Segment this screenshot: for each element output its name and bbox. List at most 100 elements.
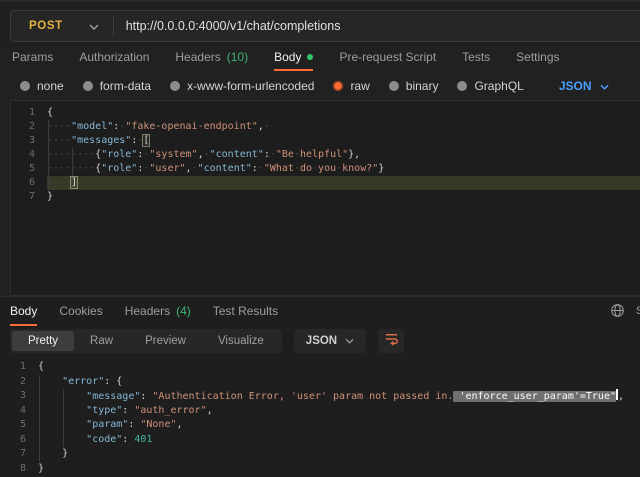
line-number: 2 xyxy=(11,120,35,134)
code-line[interactable]: "message": "Authentication Error, 'user'… xyxy=(38,389,640,404)
code-line[interactable]: ····"model":·"fake-openai-endpoint",· xyxy=(47,120,640,134)
view-mode-pretty[interactable]: Pretty xyxy=(12,331,74,351)
body-type-raw[interactable]: raw xyxy=(333,79,369,93)
language-select[interactable]: JSON xyxy=(559,79,609,93)
tab-body[interactable]: Body xyxy=(274,45,313,71)
code-token: ···· xyxy=(47,177,71,188)
radio-icon xyxy=(457,81,467,91)
line-number: 6 xyxy=(0,433,26,448)
indent-guide xyxy=(72,148,73,176)
code-token: do xyxy=(300,163,312,174)
code-line[interactable]: "type": "auth_error", xyxy=(38,404,640,419)
code-token: "param" xyxy=(86,419,128,430)
request-body-editor[interactable]: 1234567 { ····"model":·"fake-openai-endpo… xyxy=(10,100,640,296)
tab-label: Tests xyxy=(462,50,490,64)
body-type-binary[interactable]: binary xyxy=(389,79,439,93)
tab-headers[interactable]: Headers(4) xyxy=(125,297,191,326)
tab-test-results[interactable]: Test Results xyxy=(213,297,278,326)
line-number: 7 xyxy=(11,190,35,204)
radio-icon xyxy=(83,81,93,91)
code-token: "error" xyxy=(62,376,104,387)
body-type-label: form-data xyxy=(100,79,151,93)
code-token: "Authentication Error, 'user' param not … xyxy=(152,391,453,402)
code-token: "user" xyxy=(149,163,185,174)
code-line[interactable]: ····"messages":·[ xyxy=(47,134,640,148)
code-token: } xyxy=(62,448,68,459)
tab-body[interactable]: Body xyxy=(10,297,37,326)
code-token: helpful" xyxy=(300,149,348,160)
body-type-label: none xyxy=(37,79,64,93)
line-number: 7 xyxy=(0,447,26,462)
url-row: POST xyxy=(0,0,640,47)
code-token: "What xyxy=(264,163,294,174)
line-number: 8 xyxy=(0,462,26,477)
body-type-x-www-form-urlencoded[interactable]: x-www-form-urlencoded xyxy=(170,79,314,93)
code-token: "auth_error" xyxy=(134,405,206,416)
code-line[interactable]: ········{"role":·"user",·"content":·"Wha… xyxy=(47,162,640,176)
code-token: you xyxy=(318,163,336,174)
line-number-gutter: 1234567 xyxy=(11,106,35,295)
code-line[interactable]: "code": 401 xyxy=(38,433,640,448)
tab-label: Settings xyxy=(516,50,559,64)
code-line[interactable]: { xyxy=(38,360,640,375)
code-token: ] xyxy=(71,177,77,188)
tab-authorization[interactable]: Authorization xyxy=(79,45,149,71)
code-line[interactable]: "param": "None", xyxy=(38,418,640,433)
body-type-graphql[interactable]: GraphQL xyxy=(457,79,523,93)
body-type-row: none form-data x-www-form-urlencoded raw bin… xyxy=(0,71,640,100)
tab-pre-request-script[interactable]: Pre-request Script xyxy=(339,45,436,71)
code-token: { xyxy=(47,107,53,118)
request-code[interactable]: {····"model":·"fake-openai-endpoint",···… xyxy=(47,106,640,295)
radio-icon xyxy=(170,81,180,91)
code-token xyxy=(38,448,62,459)
code-line[interactable]: } xyxy=(38,462,640,477)
view-mode-preview[interactable]: Preview xyxy=(129,331,202,351)
tab-headers[interactable]: Headers(10) xyxy=(175,45,248,71)
line-number: 1 xyxy=(11,106,35,120)
response-body-editor[interactable]: 12345678 { "error": { "message": "Authen… xyxy=(0,356,640,477)
line-number: 4 xyxy=(11,148,35,162)
tab-cookies[interactable]: Cookies xyxy=(59,297,102,326)
code-line[interactable]: ····] xyxy=(47,176,640,190)
code-token: : { xyxy=(104,376,122,387)
method-select[interactable]: POST xyxy=(11,17,113,35)
chevron-down-icon xyxy=(345,335,354,347)
view-mode-visualize[interactable]: Visualize xyxy=(202,331,280,351)
line-number: 5 xyxy=(0,418,26,433)
globe-icon[interactable] xyxy=(610,303,625,323)
response-code[interactable]: { "error": { "message": "Authentication … xyxy=(38,360,640,477)
indent-guide xyxy=(63,389,64,447)
wrap-text-icon xyxy=(384,331,399,351)
code-line[interactable]: ········{"role":·"system",·"content":·"B… xyxy=(47,148,640,162)
code-token: } xyxy=(47,191,53,202)
indent-guide xyxy=(48,120,49,190)
line-number-gutter: 12345678 xyxy=(0,360,26,477)
code-line[interactable]: "error": { xyxy=(38,375,640,390)
code-token: "messages" xyxy=(71,135,131,146)
indent-guide xyxy=(39,375,40,462)
code-token: "role" xyxy=(101,149,137,160)
line-number: 6 xyxy=(11,176,35,190)
body-type-none[interactable]: none xyxy=(20,79,64,93)
body-type-form-data[interactable]: form-data xyxy=(83,79,151,93)
tab-settings[interactable]: Settings xyxy=(516,45,559,71)
tab-label: Test Results xyxy=(213,304,278,318)
url-input[interactable] xyxy=(114,19,640,33)
code-token: "code" xyxy=(86,434,122,445)
code-line[interactable]: } xyxy=(47,190,640,204)
code-token: "content" xyxy=(210,149,264,160)
code-token: "type" xyxy=(86,405,122,416)
tab-tests[interactable]: Tests xyxy=(462,45,490,71)
code-token: }, xyxy=(348,149,360,160)
response-language-select[interactable]: JSON xyxy=(294,329,366,353)
tab-params[interactable]: Params xyxy=(12,45,53,71)
method-label: POST xyxy=(29,20,63,32)
postman-request-window: POST Params Authorization Headers(10) Body P… xyxy=(0,0,640,477)
selected-text: 'enforce_user_param'=True" xyxy=(453,391,616,402)
code-line[interactable]: { xyxy=(47,106,640,120)
tab-count-badge: (4) xyxy=(176,304,191,318)
view-mode-raw[interactable]: Raw xyxy=(74,331,129,351)
code-line[interactable]: } xyxy=(38,447,640,462)
code-token: "message" xyxy=(86,391,140,402)
wrap-text-button[interactable] xyxy=(378,329,404,353)
